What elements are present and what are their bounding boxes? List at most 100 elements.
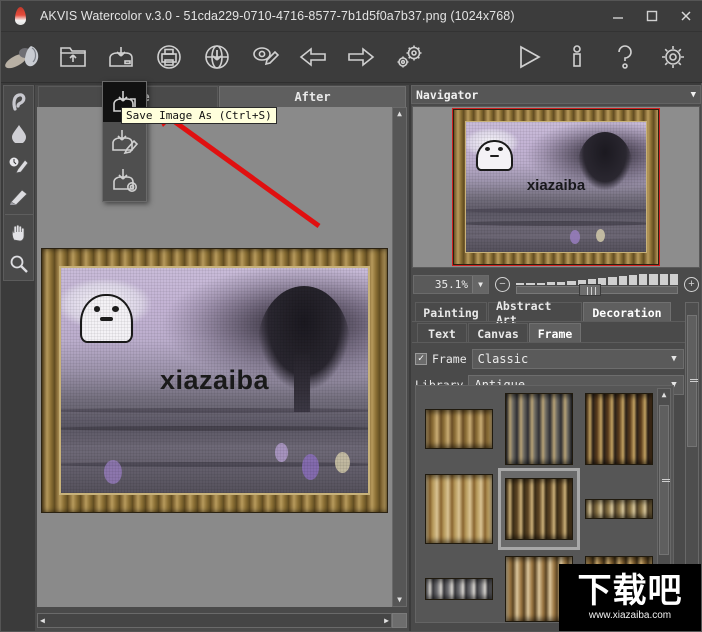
help-question-icon[interactable] [601, 33, 649, 81]
settings-main-tabs: Painting Abstract Art Decoration [412, 299, 686, 327]
tab-canvas-label: Canvas [477, 326, 519, 341]
canvas-horizontal-scrollbar[interactable]: ◀ ▶ [37, 613, 392, 628]
frame-thumb-7[interactable] [420, 550, 498, 622]
scroll-up-arrow-icon[interactable]: ▲ [395, 108, 404, 120]
tab-painting[interactable]: Painting [415, 302, 487, 322]
image-canvas[interactable]: xiazaiba [37, 107, 392, 607]
chevron-down-icon[interactable]: ▼ [691, 90, 696, 100]
title-bar: AKVIS Watercolor v.3.0 - 51cda229-0710-4… [1, 1, 702, 32]
zoom-level-combo[interactable]: 35.1% ▼ [413, 275, 489, 294]
close-button[interactable] [669, 1, 702, 32]
watermark-url: www.xiazaiba.com [588, 610, 672, 621]
window-title: AKVIS Watercolor v.3.0 - 51cda229-0710-4… [40, 9, 515, 23]
save-with-settings-icon[interactable] [103, 161, 146, 201]
preferences-gear-icon[interactable] [649, 33, 697, 81]
frame-field-row: ✓ Frame Classic ▼ [415, 348, 684, 369]
save-image-as-tooltip: Save Image As (Ctrl+S) [121, 107, 277, 124]
site-watermark: 下载吧 www.xiazaiba.com [559, 564, 701, 631]
frame-thumb-2[interactable] [500, 390, 578, 468]
zoom-out-button[interactable]: − [495, 277, 510, 292]
tab-text[interactable]: Text [417, 323, 467, 343]
navigator-thumbnail[interactable]: xiazaiba [452, 108, 660, 266]
save-image-icon[interactable] [97, 33, 145, 81]
zoom-controls: 35.1% ▼ − + [413, 272, 699, 297]
frame-thumb-5[interactable] [498, 468, 580, 550]
scrollbar-resize-corner[interactable] [392, 613, 407, 628]
framed-result-image: xiazaiba [41, 248, 388, 513]
tool-paint-brush-icon[interactable] [4, 181, 34, 213]
tool-history-brush-icon[interactable] [4, 149, 34, 181]
scroll-left-arrow-icon[interactable]: ◀ [38, 615, 47, 627]
print-image-icon[interactable] [145, 33, 193, 81]
right-panel-scroll-thumb[interactable] [687, 315, 698, 447]
info-icon[interactable] [553, 33, 601, 81]
chevron-down-icon[interactable]: ▼ [665, 350, 683, 368]
tool-zoom-icon[interactable] [4, 248, 34, 280]
navigator-thumb-text: xiazaiba [526, 176, 586, 194]
frame-swatch [505, 393, 573, 465]
image-overlay-text: xiazaiba [159, 364, 270, 395]
toolbar-right-group [505, 33, 702, 81]
batch-edit-icon[interactable] [241, 33, 289, 81]
tab-decoration-label: Decoration [592, 305, 662, 320]
tab-canvas[interactable]: Canvas [468, 323, 528, 343]
tool-hand-icon[interactable] [4, 217, 34, 249]
publish-web-icon[interactable] [193, 33, 241, 81]
navigator-view[interactable]: xiazaiba [412, 106, 700, 268]
akvis-watercolor-window: AKVIS Watercolor v.3.0 - 51cda229-0710-4… [0, 0, 702, 632]
tab-after[interactable]: After [219, 86, 406, 107]
save-and-edit-icon[interactable] [103, 122, 146, 162]
maximize-button[interactable] [635, 1, 669, 32]
frame-thumb-1[interactable] [420, 390, 498, 468]
frame-style-dropdown[interactable]: Classic ▼ [471, 348, 684, 369]
tab-after-label: After [294, 90, 331, 104]
window-controls [601, 1, 702, 32]
frame-thumb-6[interactable] [580, 470, 658, 548]
zoom-in-button[interactable]: + [684, 277, 699, 292]
snowman-figure [76, 279, 137, 347]
frame-swatch [585, 499, 653, 519]
undo-arrow-icon[interactable] [289, 33, 337, 81]
minimize-button[interactable] [601, 1, 635, 32]
tool-stroke-direction-icon[interactable] [4, 86, 34, 118]
tab-frame[interactable]: Frame [529, 323, 581, 343]
tab-text-label: Text [428, 326, 456, 341]
right-panel: Navigator ▼ xiazaiba 35.1% ▼ − + Paintin… [411, 85, 701, 631]
canvas-vertical-scrollbar[interactable]: ▲ ▼ [392, 107, 407, 607]
zoom-slider[interactable] [516, 273, 678, 296]
checkmark-icon: ✓ [417, 352, 425, 364]
frame-thumb-3[interactable] [580, 390, 658, 468]
tab-frame-label: Frame [537, 326, 573, 341]
gallery-scroll-up-arrow-icon[interactable]: ▲ [660, 389, 669, 401]
tool-smudge-icon[interactable] [4, 118, 34, 150]
image-tabstrip: Before After [35, 85, 409, 107]
frame-swatch [425, 474, 493, 544]
zoom-level-value: 35.1% [434, 278, 468, 291]
tab-decoration[interactable]: Decoration [583, 302, 671, 322]
left-tool-palette [3, 85, 34, 281]
frame-thumb-4[interactable] [420, 470, 498, 548]
zoom-slider-thumb[interactable] [579, 283, 602, 296]
brush-logo-icon [1, 33, 49, 81]
watermark-text: 下载吧 [577, 571, 683, 611]
frame-swatch [505, 478, 573, 540]
frame-label: Frame [432, 351, 467, 366]
scroll-down-arrow-icon[interactable]: ▼ [395, 594, 404, 606]
frame-swatch [425, 578, 493, 600]
frame-swatch [585, 393, 653, 465]
open-image-icon[interactable] [49, 33, 97, 81]
main-toolbar [1, 32, 702, 83]
redo-arrow-icon[interactable] [337, 33, 385, 81]
frame-style-value: Classic [477, 351, 529, 366]
save-flyout-menu [102, 81, 147, 202]
presets-gears-icon[interactable] [385, 33, 433, 81]
gallery-scroll-thumb[interactable] [659, 405, 670, 555]
frame-checkbox[interactable]: ✓ [415, 352, 427, 365]
tab-abstract-art[interactable]: Abstract Art [488, 299, 582, 327]
navigator-header[interactable]: Navigator ▼ [411, 85, 701, 104]
scroll-right-arrow-icon[interactable]: ▶ [382, 615, 391, 627]
tool-separator [4, 214, 33, 215]
tab-painting-label: Painting [423, 305, 479, 320]
run-play-icon[interactable] [505, 33, 553, 81]
chevron-down-icon[interactable]: ▼ [472, 276, 488, 293]
